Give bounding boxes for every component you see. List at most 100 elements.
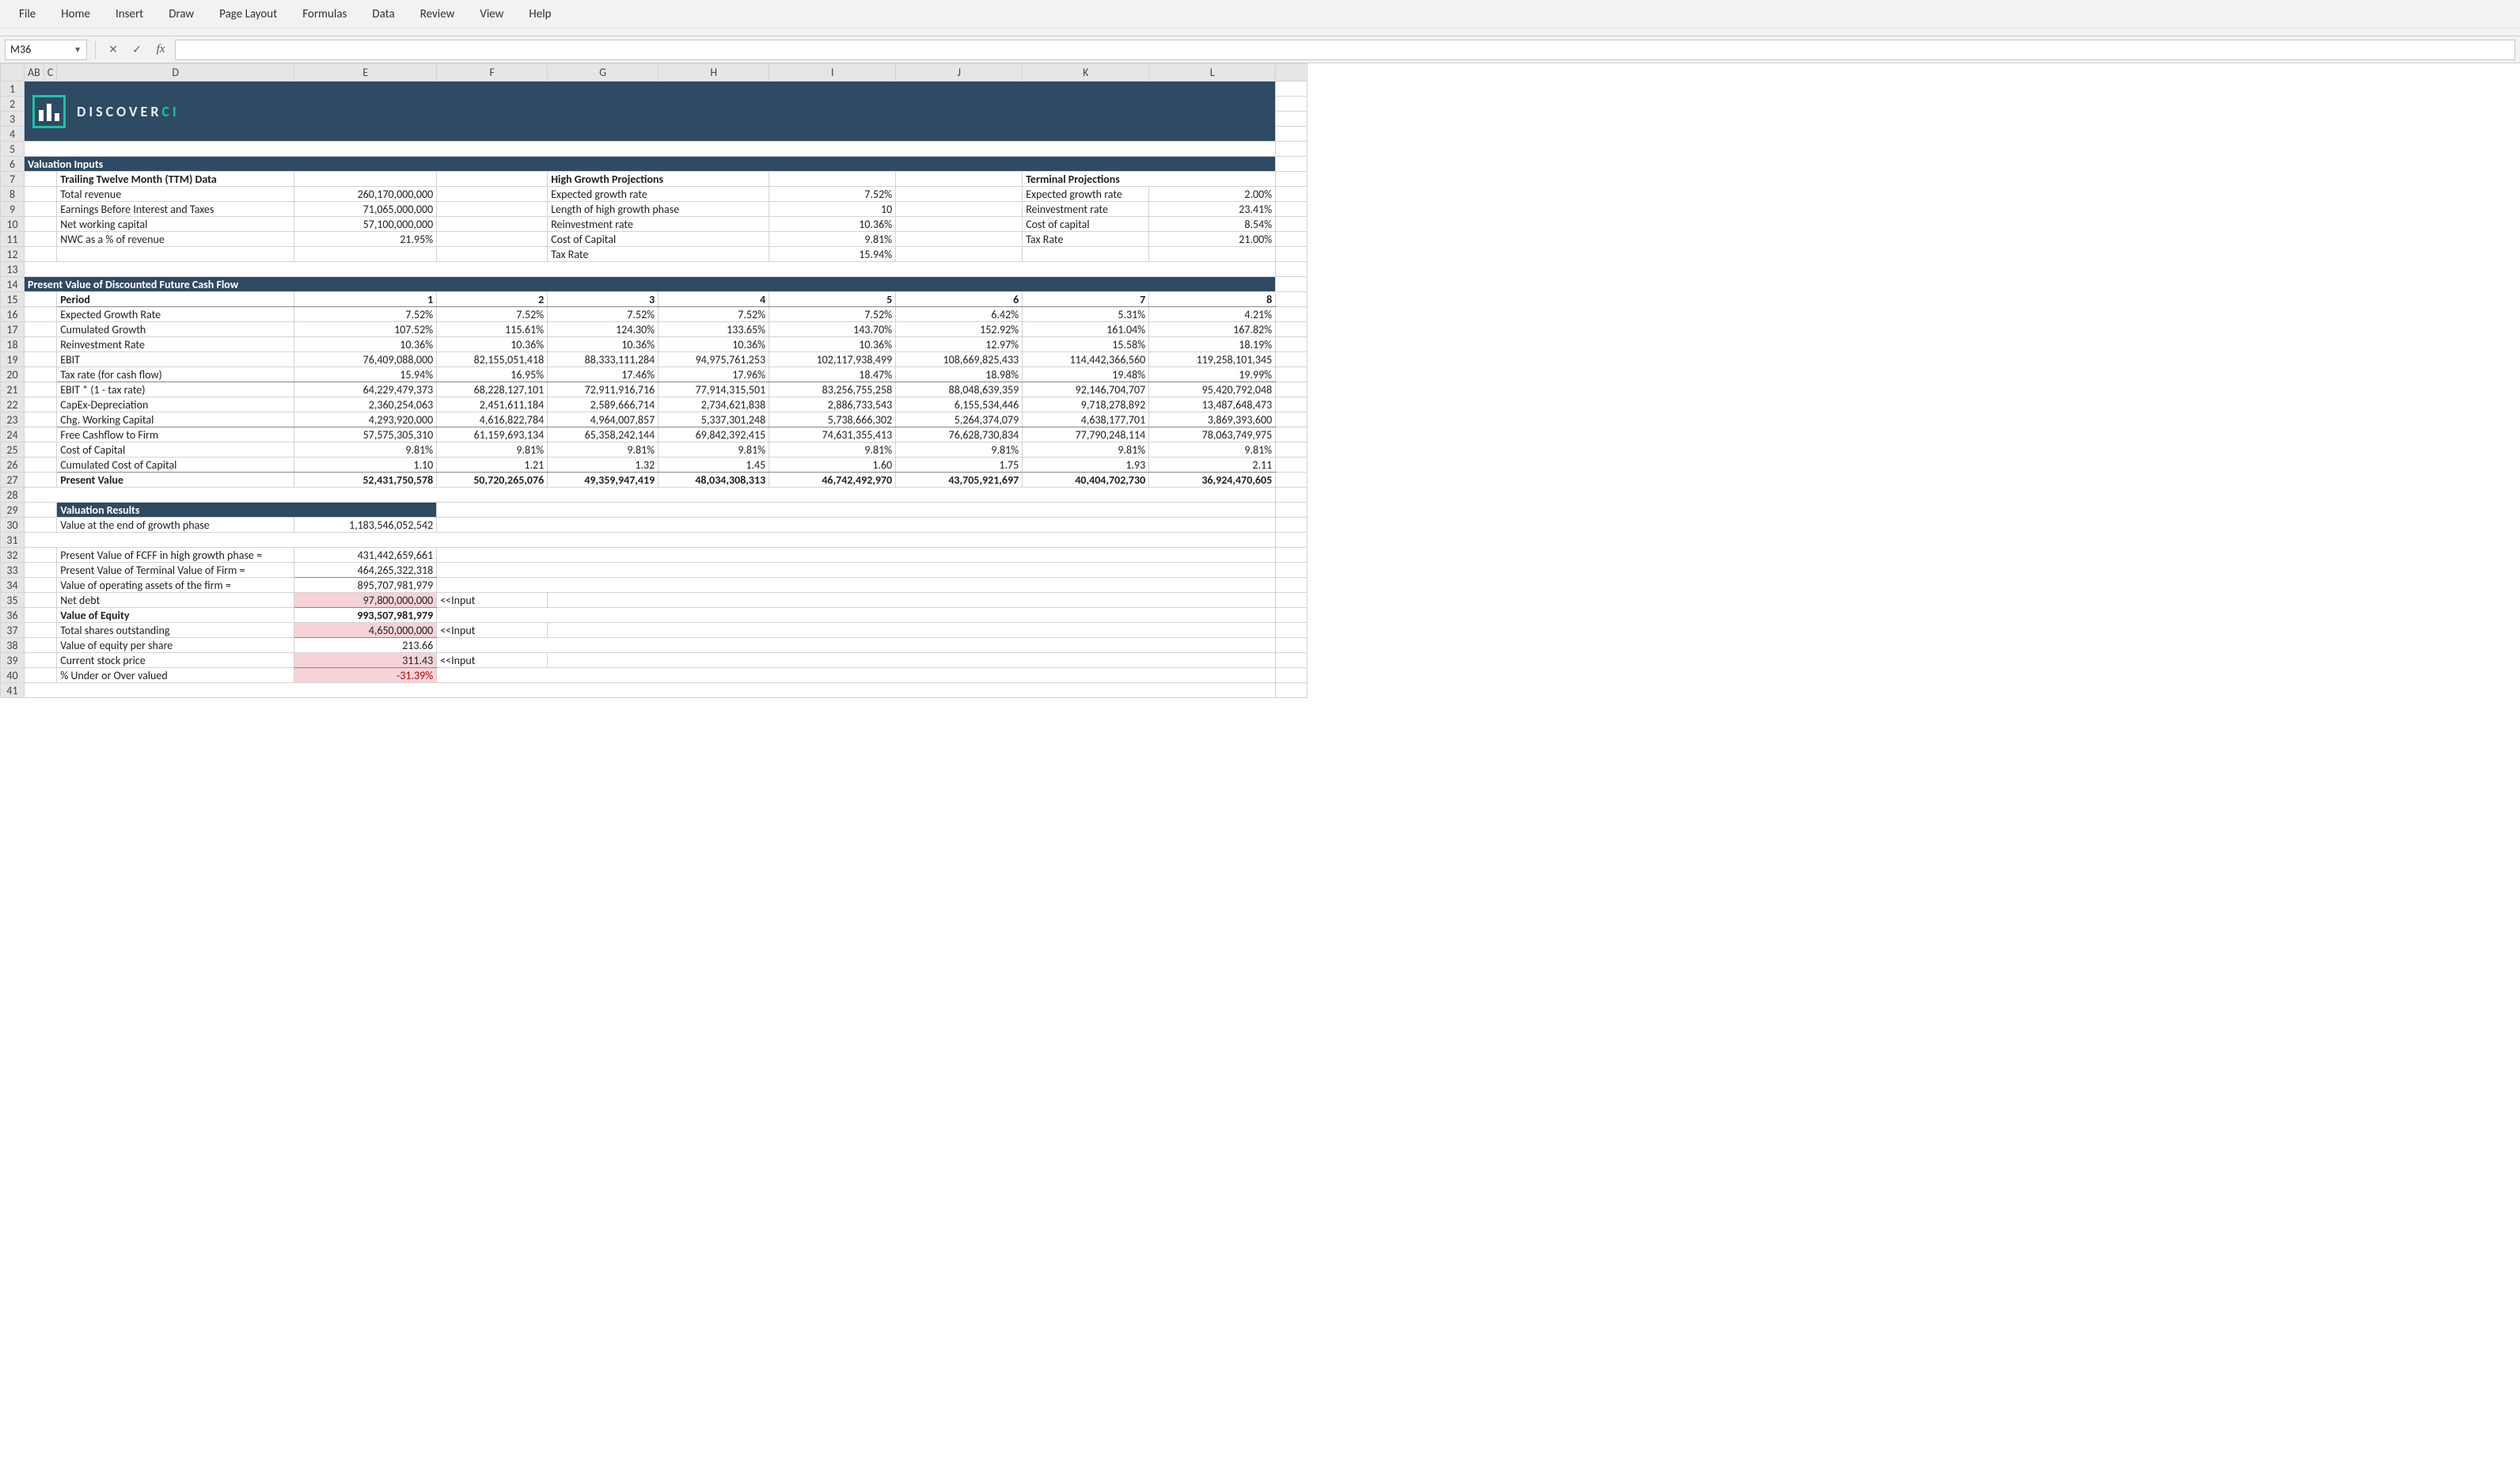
- cell[interactable]: 102,117,938,499: [769, 352, 896, 367]
- fx-icon[interactable]: fx: [151, 40, 170, 59]
- col-header[interactable]: E: [294, 64, 437, 82]
- cell[interactable]: 2,360,254,063: [294, 397, 437, 412]
- cell[interactable]: Cumulated Growth: [57, 322, 294, 337]
- row-header[interactable]: 28: [1, 488, 25, 503]
- row-header[interactable]: 27: [1, 473, 25, 488]
- cell[interactable]: 4,616,822,784: [437, 412, 548, 427]
- row-header[interactable]: 29: [1, 503, 25, 518]
- row-header[interactable]: 2: [1, 97, 25, 112]
- cell[interactable]: 107.52%: [294, 322, 437, 337]
- col-header[interactable]: AB: [25, 64, 44, 82]
- formula-input[interactable]: [175, 40, 2515, 60]
- row-header[interactable]: 1: [1, 82, 25, 97]
- cell[interactable]: Reinvestment rate: [548, 217, 769, 232]
- row-header[interactable]: 19: [1, 352, 25, 367]
- col-header[interactable]: D: [57, 64, 294, 82]
- cell[interactable]: Net working capital: [57, 217, 294, 232]
- enter-formula-icon[interactable]: ✓: [127, 40, 146, 59]
- cell[interactable]: 10.36%: [658, 337, 769, 352]
- cell-input[interactable]: 311.43: [294, 653, 437, 668]
- cell[interactable]: 71,065,000,000: [294, 202, 437, 217]
- row-header[interactable]: 18: [1, 337, 25, 352]
- cell[interactable]: 5,337,301,248: [658, 412, 769, 427]
- cell[interactable]: 431,442,659,661: [294, 548, 437, 563]
- cell[interactable]: 10.36%: [548, 337, 658, 352]
- cell[interactable]: Earnings Before Interest and Taxes: [57, 202, 294, 217]
- cell[interactable]: 69,842,392,415: [658, 427, 769, 442]
- row-header[interactable]: 41: [1, 683, 25, 698]
- cell[interactable]: 7.52%: [437, 307, 548, 322]
- row-header[interactable]: 3: [1, 112, 25, 127]
- cell[interactable]: 260,170,000,000: [294, 187, 437, 202]
- row-header[interactable]: 20: [1, 367, 25, 382]
- cell[interactable]: 6.42%: [896, 307, 1023, 322]
- row-header[interactable]: 15: [1, 292, 25, 307]
- cell[interactable]: 7.52%: [294, 307, 437, 322]
- cell[interactable]: 92,146,704,707: [1023, 382, 1149, 397]
- cell[interactable]: 1.21: [437, 458, 548, 473]
- cell[interactable]: Expected Growth Rate: [57, 307, 294, 322]
- ribbon-tab-review[interactable]: Review: [408, 0, 468, 28]
- cell[interactable]: 119,258,101,345: [1149, 352, 1276, 367]
- cell[interactable]: 78,063,749,975: [1149, 427, 1276, 442]
- cell[interactable]: 10.36%: [769, 217, 896, 232]
- cell[interactable]: 74,631,355,413: [769, 427, 896, 442]
- cell[interactable]: 15.94%: [769, 247, 896, 262]
- cell[interactable]: 82,155,051,418: [437, 352, 548, 367]
- col-header[interactable]: L: [1149, 64, 1276, 82]
- row-header[interactable]: 12: [1, 247, 25, 262]
- cell[interactable]: 18.98%: [896, 367, 1023, 382]
- cell[interactable]: 19.99%: [1149, 367, 1276, 382]
- cell[interactable]: 9.81%: [437, 442, 548, 458]
- cell[interactable]: 9.81%: [896, 442, 1023, 458]
- cell[interactable]: 10.36%: [769, 337, 896, 352]
- cell[interactable]: 5,738,666,302: [769, 412, 896, 427]
- cell[interactable]: 8.54%: [1149, 217, 1276, 232]
- cell[interactable]: 57,100,000,000: [294, 217, 437, 232]
- cell[interactable]: 7.52%: [769, 187, 896, 202]
- cell[interactable]: 15.58%: [1023, 337, 1149, 352]
- cell[interactable]: Present Value of FCFF in high growth pha…: [57, 548, 294, 563]
- cell[interactable]: 10.36%: [294, 337, 437, 352]
- cell[interactable]: 12.97%: [896, 337, 1023, 352]
- row-header[interactable]: 31: [1, 533, 25, 548]
- cell[interactable]: 133.65%: [658, 322, 769, 337]
- row-header[interactable]: 23: [1, 412, 25, 427]
- row-header[interactable]: 36: [1, 608, 25, 623]
- cell[interactable]: 8: [1149, 292, 1276, 307]
- cell[interactable]: -31.39%: [294, 668, 437, 683]
- row-header[interactable]: 10: [1, 217, 25, 232]
- row-header[interactable]: 39: [1, 653, 25, 668]
- col-header[interactable]: C: [44, 64, 56, 82]
- cell-note[interactable]: <<Input: [437, 593, 548, 608]
- cell[interactable]: 65,358,242,144: [548, 427, 658, 442]
- cell[interactable]: 2,734,621,838: [658, 397, 769, 412]
- cell-note[interactable]: <<Input: [437, 653, 548, 668]
- col-header[interactable]: [1276, 64, 1307, 82]
- ribbon-tab-insert[interactable]: Insert: [103, 0, 156, 28]
- ribbon-tab-help[interactable]: Help: [516, 0, 564, 28]
- cell[interactable]: 895,707,981,979: [294, 578, 437, 593]
- cell[interactable]: 15.94%: [294, 367, 437, 382]
- cell[interactable]: 76,409,088,000: [294, 352, 437, 367]
- cell[interactable]: 213.66: [294, 638, 437, 653]
- cell[interactable]: 57,575,305,310: [294, 427, 437, 442]
- ribbon-tab-pagelayout[interactable]: Page Layout: [207, 0, 290, 28]
- cell[interactable]: 2.00%: [1149, 187, 1276, 202]
- cell[interactable]: 3,869,393,600: [1149, 412, 1276, 427]
- cell[interactable]: 2,589,666,714: [548, 397, 658, 412]
- row-header[interactable]: 8: [1, 187, 25, 202]
- col-header[interactable]: G: [548, 64, 658, 82]
- cell[interactable]: Net debt: [57, 593, 294, 608]
- cell[interactable]: Total revenue: [57, 187, 294, 202]
- row-header[interactable]: 24: [1, 427, 25, 442]
- row-header[interactable]: 13: [1, 262, 25, 277]
- cell[interactable]: 17.96%: [658, 367, 769, 382]
- row-header[interactable]: 34: [1, 578, 25, 593]
- cell[interactable]: 4,293,920,000: [294, 412, 437, 427]
- cell[interactable]: Tax rate (for cash flow): [57, 367, 294, 382]
- row-header[interactable]: 35: [1, 593, 25, 608]
- cell[interactable]: NWC as a % of revenue: [57, 232, 294, 247]
- cell-input[interactable]: 97,800,000,000: [294, 593, 437, 608]
- cell[interactable]: 48,034,308,313: [658, 473, 769, 488]
